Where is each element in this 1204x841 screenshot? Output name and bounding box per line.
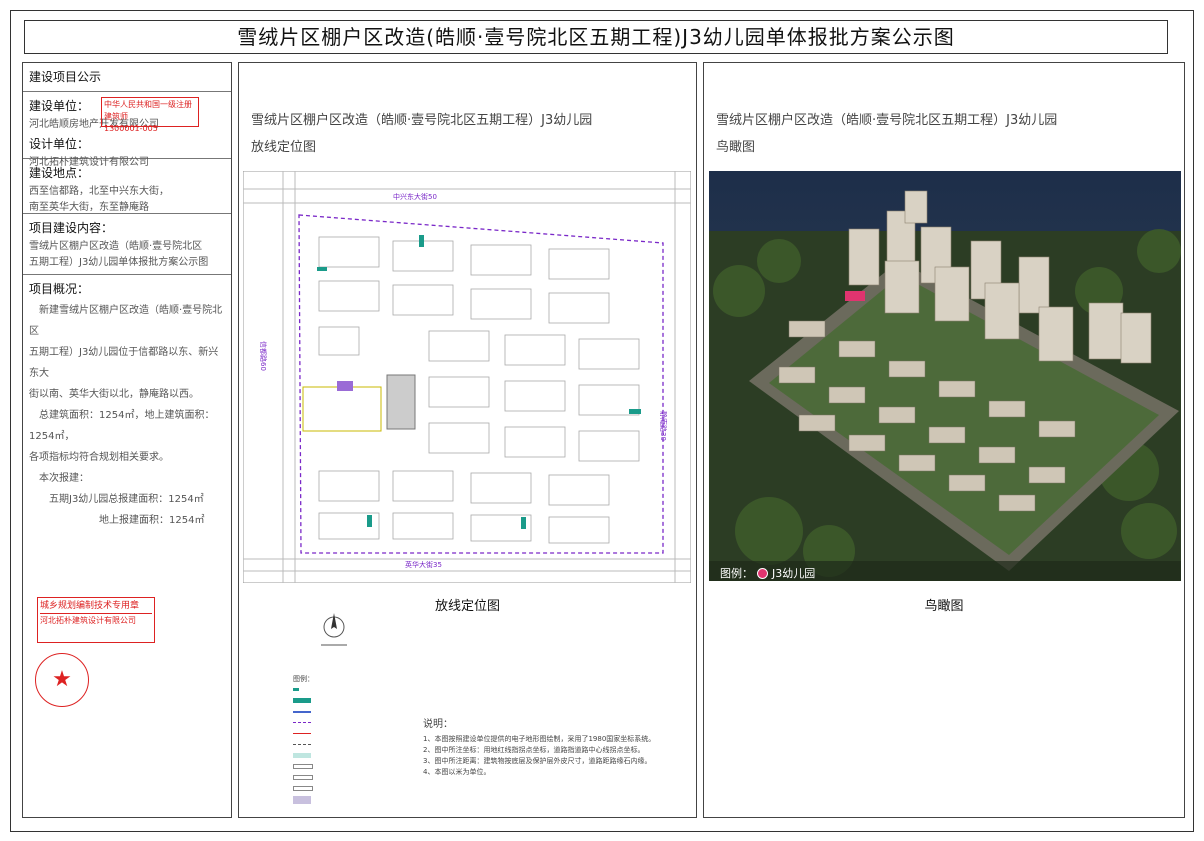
legend-row (293, 728, 403, 739)
content-label: 项目建设内容： (29, 221, 114, 235)
stamp-text: 城乡规划编制技术专用章 (40, 600, 152, 614)
plan-title-line-2: 放线定位图 (251, 140, 317, 155)
legend-row (293, 706, 403, 717)
star-icon: ★ (52, 667, 72, 692)
aerial-title: 雪绒片区棚户区改造（皓顺·壹号院北区五期工程）J3幼儿园 鸟瞰图 (716, 107, 1057, 161)
aerial-view-panel: 雪绒片区棚户区改造（皓顺·壹号院北区五期工程）J3幼儿园 鸟瞰图 图例： J3幼… (703, 62, 1185, 818)
legend-row (293, 783, 403, 794)
overview-text: 五期J3幼儿园总报建面积：1254㎡ (49, 494, 204, 505)
overview-label: 项目概况： (29, 282, 90, 296)
content-section: 项目建设内容： 雪绒片区棚户区改造（皓顺·壹号院北区 五期工程）J3幼儿园单体报… (23, 214, 231, 275)
page-title: 雪绒片区棚户区改造(皓顺·壹号院北区五期工程)J3幼儿园单体报批方案公示图 (24, 20, 1168, 54)
architect-stamp: 中华人民共和国一级注册建筑师 1300001-005 (101, 97, 199, 133)
company-seal: ★ (35, 653, 89, 707)
overview-text: 地上报建面积：1254㎡ (99, 515, 205, 526)
road-label-east: 静庵路30 (659, 411, 668, 441)
legend-row (293, 794, 403, 805)
legend-row (293, 772, 403, 783)
overview-text: 五期工程）J3幼儿园位于信都路以东、新兴东大 (29, 347, 219, 379)
legend-row (293, 761, 403, 772)
overview-text: 新建雪绒片区棚户区改造（皓顺·壹号院北区 (29, 305, 223, 337)
overview-text: 各项指标均符合规划相关要求。 (29, 452, 169, 463)
overview-text: 总建筑面积：1254㎡，地上建筑面积：1254㎡， (29, 410, 215, 442)
note-item: 3、图中所注距离：建筑物按底层及保护层外皮尺寸，道路距路缘石内缘。 (423, 757, 652, 765)
aerial-legend-item: J3幼儿园 (772, 567, 816, 580)
plan-notes: 说明： 1、本图按照建设单位提供的电子地形图绘制，采用了1980国家坐标系统。 … (423, 719, 673, 778)
kindergarten-marker-icon (757, 567, 768, 579)
road-label-south: 英华大街35 (405, 560, 442, 569)
aerial-title-line-2: 鸟瞰图 (716, 140, 756, 155)
content-line-1: 雪绒片区棚户区改造（皓顺·壹号院北区 (29, 241, 203, 252)
plan-caption: 放线定位图 (434, 599, 500, 614)
aerial-caption: 鸟瞰图 (924, 599, 964, 614)
legend-row (293, 684, 403, 695)
overview-text: 本次报建： (39, 473, 89, 484)
stamp-text: 河北拓朴建筑设计有限公司 (40, 616, 136, 625)
aerial-title-line-1: 雪绒片区棚户区改造（皓顺·壹号院北区五期工程）J3幼儿园 (716, 113, 1058, 128)
road-label-west: 信都路60 (259, 341, 268, 371)
site-plan-panel: 雪绒片区棚户区改造（皓顺·壹号院北区五期工程）J3幼儿园 放线定位图 中兴东大街… (238, 62, 697, 818)
legend-title: 图例： (293, 674, 314, 683)
project-info-column: 建设项目公示 建设单位： 河北皓顺房地产开发有限公司 设计单位： 河北拓朴建筑设… (22, 62, 232, 818)
north-arrow-icon (321, 613, 347, 646)
plan-title: 雪绒片区棚户区改造（皓顺·壹号院北区五期工程）J3幼儿园 放线定位图 (251, 107, 592, 161)
aerial-rendering-image (709, 171, 1181, 581)
announce-heading: 建设项目公示 (29, 70, 102, 84)
note-item: 4、本图以米为单位。 (423, 768, 491, 776)
note-item: 1、本图按照建设单位提供的电子地形图绘制，采用了1980国家坐标系统。 (423, 735, 656, 743)
legend-row (293, 750, 403, 761)
stamp-text: 1300001-005 (104, 124, 158, 133)
road-label-north: 中兴东大街50 (393, 192, 437, 201)
note-item: 2、图中所注坐标：用地红线指拐点坐标，道路指道路中心线拐点坐标。 (423, 746, 645, 754)
aerial-legend: 图例： J3幼儿园 (720, 565, 815, 581)
site-line-1: 西至信都路，北至中兴东大街， (29, 186, 169, 197)
content-line-2: 五期工程）J3幼儿园单体报批方案公示图 (29, 257, 209, 268)
aerial-legend-label: 图例： (720, 567, 753, 580)
overview-text: 街以南、英华大街以北，静庵路以西。 (29, 389, 199, 400)
overview-section: 项目概况： 新建雪绒片区棚户区改造（皓顺·壹号院北区 五期工程）J3幼儿园位于信… (23, 275, 231, 534)
legend-row (293, 717, 403, 728)
legend-row (293, 739, 403, 750)
planning-stamp: 城乡规划编制技术专用章 河北拓朴建筑设计有限公司 (37, 597, 155, 643)
plan-title-line-1: 雪绒片区棚户区改造（皓顺·壹号院北区五期工程）J3幼儿园 (251, 113, 593, 128)
announce-section: 建设项目公示 (23, 63, 231, 92)
notes-title: 说明： (423, 719, 453, 730)
plan-legend: 图例： (293, 673, 403, 805)
legend-row (293, 695, 403, 706)
stamp-text: 中华人民共和国一级注册建筑师 (104, 100, 192, 121)
site-plan-drawing: 中兴东大街50 英华大街35 信都路60 静庵路30 (243, 171, 691, 583)
designer-label: 设计单位： (29, 137, 90, 151)
